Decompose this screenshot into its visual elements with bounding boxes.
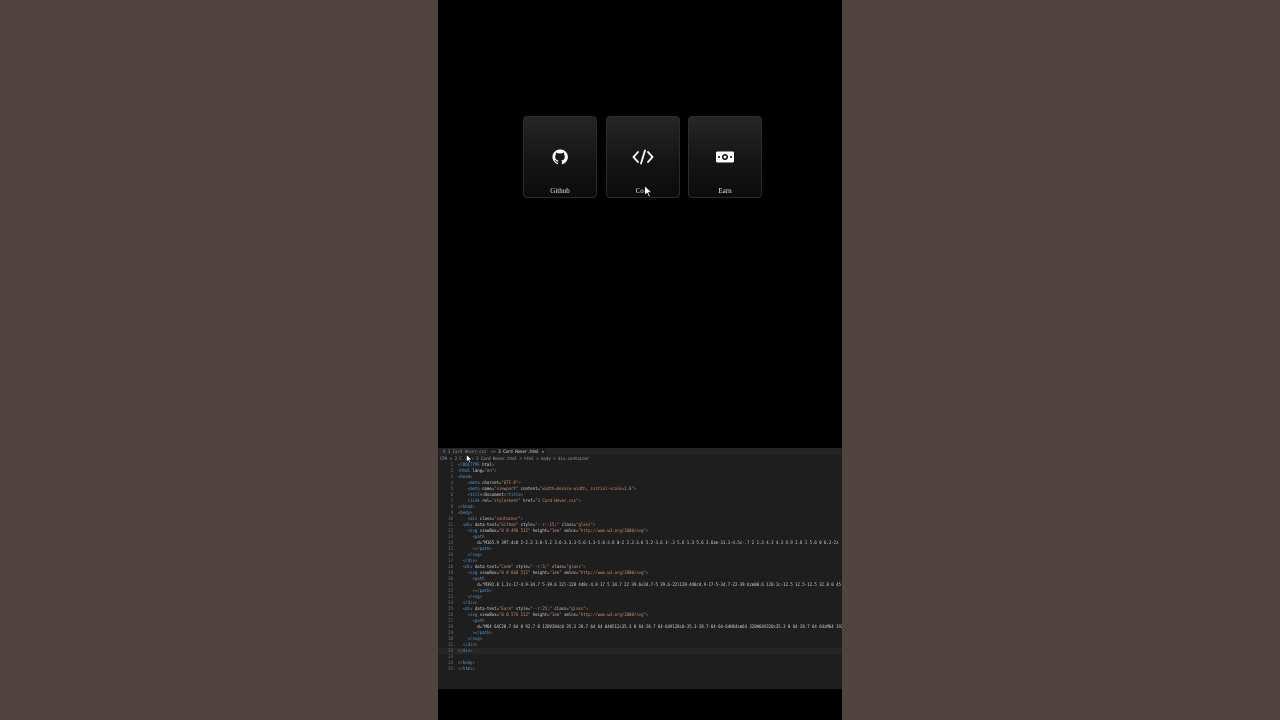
video-frame: Github Code Earn # 3 Card Hover.css ✕ <>… — [438, 0, 842, 720]
css-file-icon: # — [443, 449, 446, 454]
code-icon — [607, 149, 679, 165]
earn-card[interactable]: Earn — [688, 116, 762, 198]
code-line[interactable]: 35 </html> — [438, 666, 842, 672]
money-bill-icon — [689, 149, 761, 165]
line-text: </html> — [458, 666, 475, 671]
close-icon[interactable]: ✕ — [542, 449, 544, 454]
hand-cursor-icon — [466, 454, 473, 464]
card-label-earn: Earn — [718, 187, 732, 195]
card-label-code: Code — [635, 187, 651, 195]
browser-preview: Github Code Earn — [438, 0, 842, 448]
breadcrumb[interactable]: CPA > 3 C... > 3 Card Hover.html > html … — [440, 456, 589, 461]
card-label-github: Github — [550, 187, 570, 195]
code-lines[interactable]: 1 <!DOCTYPE html> 2 <html lang="en"> 3 <head>… — [438, 462, 842, 672]
mouse-cursor-icon — [644, 185, 653, 198]
line-number: 35 — [448, 666, 453, 671]
code-card[interactable]: Code — [606, 116, 680, 198]
bottom-bar — [438, 689, 842, 720]
github-icon — [524, 149, 596, 165]
code-editor[interactable]: # 3 Card Hover.css ✕ <> 3 Card Hover.htm… — [438, 448, 842, 689]
tab-html-file[interactable]: <> 3 Card Hover.html ✕ — [488, 448, 548, 455]
github-card[interactable]: Github — [523, 116, 597, 198]
html-file-icon: <> — [491, 449, 496, 454]
editor-tab-bar: # 3 Card Hover.css ✕ <> 3 Card Hover.htm… — [438, 448, 842, 455]
